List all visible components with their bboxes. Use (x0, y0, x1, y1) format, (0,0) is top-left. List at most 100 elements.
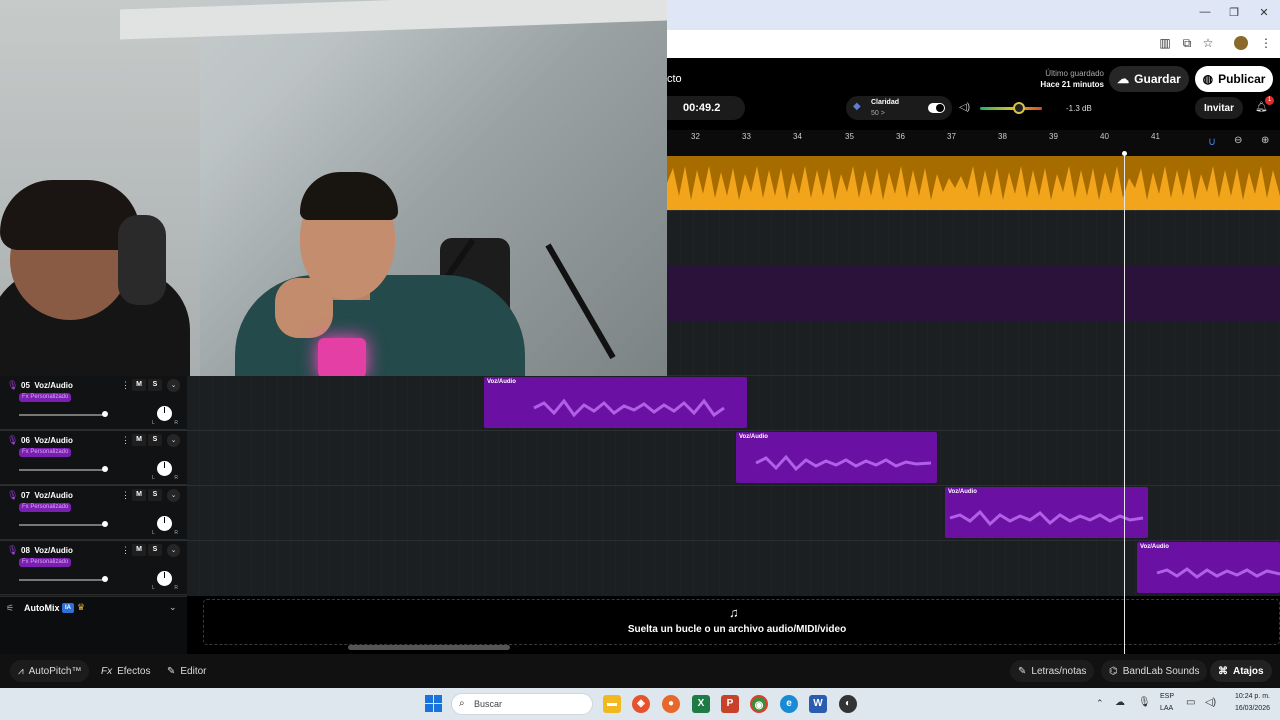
drop-loop-zone[interactable] (203, 599, 1280, 645)
close-icon[interactable]: ✕ (1254, 6, 1274, 19)
timeline-ruler[interactable] (667, 130, 1280, 156)
audio-clip[interactable]: Voz/Audio (945, 487, 1148, 538)
solo-button[interactable]: S (148, 489, 162, 501)
language-code[interactable]: ESP (1160, 693, 1174, 700)
reading-list-icon[interactable]: ▥ (1156, 36, 1174, 50)
install-app-icon[interactable]: ⧉ (1178, 36, 1196, 51)
chevron-down-icon[interactable]: ⌄ (167, 489, 180, 502)
autopitch-label: AutoPitch™ (28, 665, 82, 677)
volume-handle[interactable] (102, 466, 108, 472)
speaker-icon[interactable]: ◁) (1205, 697, 1216, 708)
diamond-icon: ◆ (853, 101, 861, 112)
kebab-menu-icon[interactable]: ⋮ (121, 380, 130, 391)
clarity-label: Claridad (871, 99, 900, 106)
audio-clip[interactable]: Voz/Audio (1137, 542, 1280, 593)
solo-button[interactable]: S (148, 434, 162, 446)
mute-button[interactable]: M (132, 379, 146, 391)
pan-knob[interactable] (157, 516, 172, 531)
track-header[interactable]: 🎙︎ 06 Voz/Audio Fx Personalizado ⋮ M S ⌄… (0, 431, 187, 485)
volume-knob[interactable] (1013, 102, 1025, 114)
chrome-icon[interactable]: ◉ (750, 695, 768, 713)
horizontal-scrollbar[interactable] (348, 645, 510, 650)
firefox-icon[interactable]: ● (662, 695, 680, 713)
profile-avatar[interactable] (1234, 36, 1248, 50)
mute-button[interactable]: M (132, 434, 146, 446)
onedrive-icon[interactable]: ☁ (1115, 697, 1125, 708)
volume-icon[interactable]: ◁) (959, 102, 970, 113)
pan-knob[interactable] (157, 571, 172, 586)
volume-handle[interactable] (102, 576, 108, 582)
editor-button[interactable]: ✎ Editor (159, 660, 215, 682)
taskbar-search[interactable] (451, 693, 593, 715)
clarity-toggle[interactable] (928, 103, 945, 113)
pan-knob[interactable] (157, 461, 172, 476)
volume-handle[interactable] (102, 411, 108, 417)
track-name: 08 Voz/Audio (21, 546, 73, 555)
file-explorer-icon[interactable]: ▬ (603, 695, 621, 713)
keyboard-layout[interactable]: LAA (1160, 705, 1173, 712)
audio-clip[interactable]: Voz/Audio (736, 432, 937, 483)
divider (0, 430, 1280, 431)
volume-slider[interactable] (19, 579, 107, 581)
windows-start-icon[interactable] (425, 695, 442, 712)
effects-button[interactable]: Fx Efectos (93, 660, 158, 682)
audio-clip[interactable] (667, 156, 1280, 210)
fx-badge[interactable]: Fx Personalizado (19, 503, 72, 512)
bookmark-star-icon[interactable]: ☆ (1199, 36, 1217, 50)
save-button[interactable]: ☁ Guardar (1109, 66, 1189, 92)
clock-time[interactable]: 10:24 p. m. (1226, 693, 1270, 700)
track-header[interactable]: 🎙︎ 08 Voz/Audio Fx Personalizado ⋮ M S ⌄… (0, 541, 187, 595)
volume-slider[interactable] (19, 469, 107, 471)
solo-button[interactable]: S (148, 544, 162, 556)
bandlab-sounds-button[interactable]: ⌬ BandLab Sounds (1101, 660, 1208, 682)
audio-clip[interactable]: Voz/Audio (484, 377, 747, 428)
volume-handle[interactable] (102, 521, 108, 527)
track-lane-highlight (667, 265, 1280, 321)
fx-badge[interactable]: Fx Personalizado (19, 448, 72, 457)
mute-button[interactable]: M (132, 489, 146, 501)
clock-date[interactable]: 16/03/2026 (1226, 705, 1270, 712)
kebab-menu-icon[interactable]: ⋮ (121, 490, 130, 501)
invite-button[interactable]: Invitar (1195, 97, 1243, 119)
microphone-icon[interactable]: 🎙︎ (1138, 697, 1151, 708)
shortcuts-button[interactable]: ⌘ Atajos (1210, 660, 1272, 682)
excel-icon[interactable]: X (692, 695, 710, 713)
word-icon[interactable]: W (809, 695, 827, 713)
volume-slider[interactable] (980, 107, 1042, 110)
volume-slider[interactable] (19, 524, 107, 526)
edge-icon[interactable]: e (780, 695, 798, 713)
brave-icon[interactable]: ◈ (632, 695, 650, 713)
publish-button[interactable]: ◍ Publicar (1195, 66, 1273, 92)
fx-badge[interactable]: Fx Personalizado (19, 558, 72, 567)
chevron-down-icon[interactable]: ⌄ (167, 434, 180, 447)
magnet-snap-icon[interactable]: ∪ (1208, 135, 1216, 148)
chevron-down-icon[interactable]: ⌄ (169, 602, 177, 613)
playhead[interactable] (1124, 154, 1125, 654)
chevron-down-icon[interactable]: ⌄ (167, 379, 180, 392)
fx-badge[interactable]: Fx Personalizado (19, 393, 72, 402)
powerpoint-icon[interactable]: P (721, 695, 739, 713)
volume-slider[interactable] (19, 414, 107, 416)
solo-button[interactable]: S (148, 379, 162, 391)
track-header[interactable]: 🎙︎ 07 Voz/Audio Fx Personalizado ⋮ M S ⌄… (0, 486, 187, 540)
monitor-icon[interactable]: ▭ (1186, 697, 1195, 708)
playhead-handle[interactable] (1122, 151, 1127, 156)
minimize-icon[interactable]: — (1195, 6, 1215, 18)
lyrics-button[interactable]: ✎ Letras/notas (1010, 660, 1095, 682)
track-header[interactable]: 🎙︎ 05 Voz/Audio Fx Personalizado ⋮ M S ⌄… (0, 376, 187, 430)
maximize-icon[interactable]: ❐ (1224, 6, 1244, 19)
kebab-menu-icon[interactable]: ⋮ (121, 545, 130, 556)
chevron-down-icon[interactable]: ⌄ (167, 544, 180, 557)
chevron-up-icon[interactable]: ⌃ (1096, 698, 1104, 709)
autopitch-button[interactable]: ⩘ AutoPitch™ (10, 660, 90, 682)
pan-knob[interactable] (157, 406, 172, 421)
kebab-menu-icon[interactable]: ⋮ (121, 435, 130, 446)
app-icon[interactable]: ◐ (839, 695, 857, 713)
mute-button[interactable]: M (132, 544, 146, 556)
zoom-out-icon[interactable]: ⊖ (1234, 135, 1242, 146)
more-menu-icon[interactable]: ⋮ (1257, 36, 1275, 50)
track-name: 06 Voz/Audio (21, 436, 73, 445)
command-icon: ⌘ (1218, 665, 1228, 677)
pan-labels: LR (152, 475, 178, 481)
zoom-in-icon[interactable]: ⊕ (1261, 135, 1269, 146)
